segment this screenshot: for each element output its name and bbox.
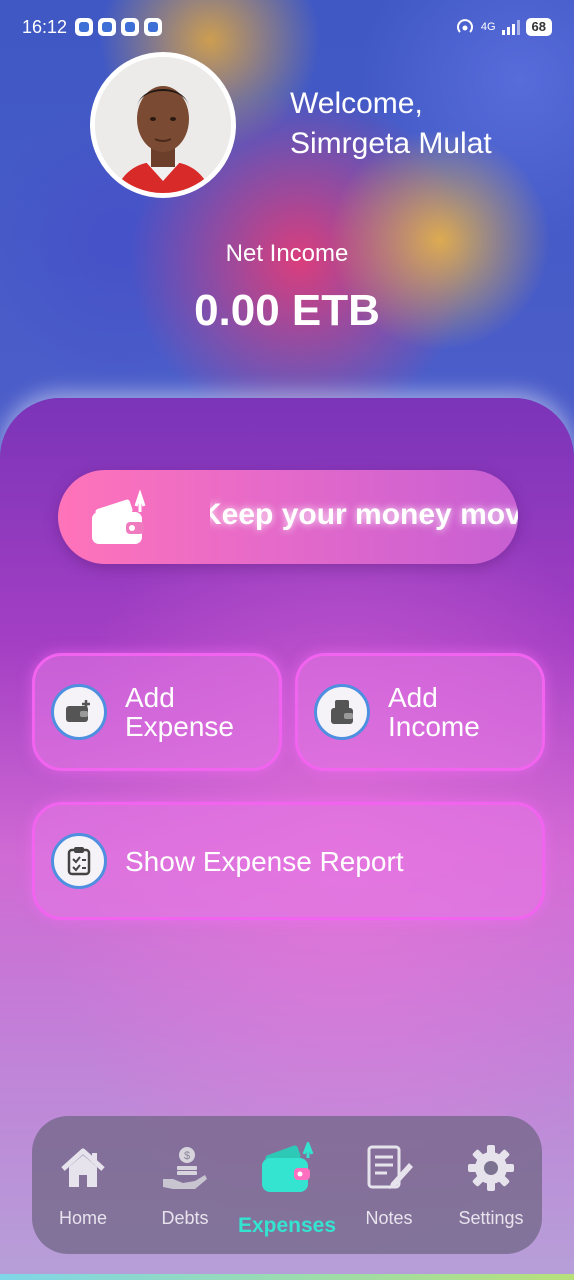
show-expense-report-button[interactable]: Show Expense Report (32, 802, 545, 920)
home-icon (59, 1138, 107, 1198)
nav-home-label: Home (58, 1208, 107, 1228)
add-income-icon (314, 684, 370, 740)
avatar[interactable] (90, 52, 236, 198)
nav-expenses[interactable]: Expenses (237, 1138, 337, 1238)
add-expense-label: Add Expense (125, 682, 234, 742)
mail-notification-icon (144, 18, 163, 36)
network-type: 4G (480, 21, 496, 33)
signal-icon (501, 19, 520, 35)
net-income-label: Net Income (225, 240, 349, 267)
nav-debts[interactable]: $ Debts (135, 1138, 235, 1229)
nav-settings-label: Settings (458, 1208, 524, 1228)
report-clipboard-icon (51, 833, 107, 889)
motivation-banner: Keep your money movi (58, 470, 518, 564)
nav-expenses-label: Expenses (237, 1214, 337, 1237)
profile-photo (95, 57, 231, 193)
bottom-navigation: Home $ Debts Expenses Notes Settings (32, 1116, 542, 1254)
banner-text-clip: Keep your money movi (210, 470, 518, 564)
notes-icon (365, 1138, 413, 1198)
telegram-notification-icon (98, 18, 117, 36)
net-income-value: 0.00 ETB (194, 286, 380, 335)
nav-settings[interactable]: Settings (441, 1138, 541, 1229)
banner-message: Keep your money movi (210, 498, 518, 531)
welcome-block: Welcome, Simrgeta Mulat (290, 84, 492, 164)
welcome-text: Welcome, (290, 87, 423, 120)
add-income-label: Add Income (388, 682, 480, 742)
user-name: Simrgeta Mulat (290, 127, 492, 160)
gear-icon (467, 1138, 515, 1198)
debts-icon: $ (161, 1138, 209, 1198)
add-expense-button[interactable]: Add Expense (32, 653, 282, 771)
nav-notes[interactable]: Notes (339, 1138, 439, 1229)
wallet-icon (92, 490, 146, 544)
chat-notification-icon (75, 18, 94, 36)
add-expense-icon (51, 684, 107, 740)
hotspot-icon (456, 19, 473, 33)
add-income-button[interactable]: Add Income (295, 653, 545, 771)
expenses-wallet-icon (258, 1138, 316, 1198)
show-expense-report-label: Show Expense Report (125, 845, 404, 877)
chrome-notification-icon (121, 18, 140, 36)
nav-notes-label: Notes (365, 1208, 413, 1228)
status-time: 16:12 (22, 16, 68, 37)
svg-text:$: $ (184, 1150, 190, 1162)
nav-home[interactable]: Home (33, 1138, 133, 1229)
nav-debts-label: Debts (161, 1208, 209, 1228)
battery-level: 68 (525, 18, 552, 36)
status-bar: 16:12 4G 68 (0, 0, 574, 54)
notification-icons (75, 18, 163, 36)
system-icons: 4G 68 (455, 18, 552, 36)
gesture-bar-edge (0, 1274, 574, 1280)
